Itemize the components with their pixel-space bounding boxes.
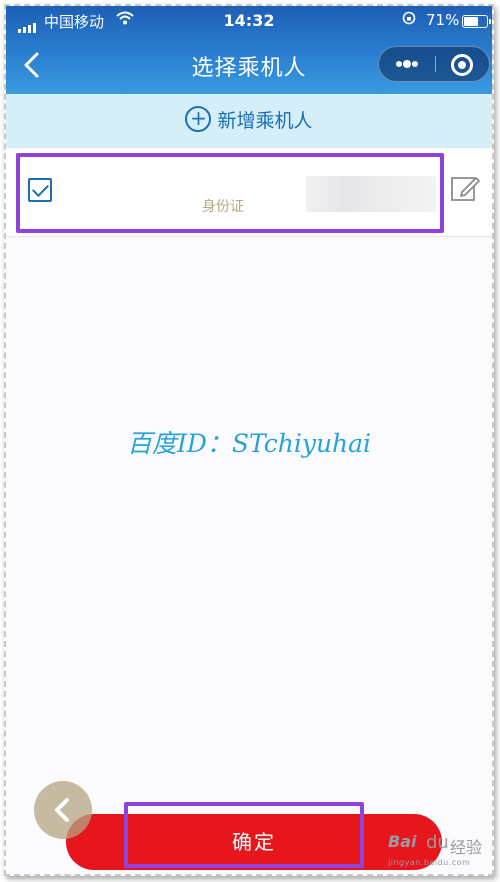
status-bar: 中国移动 14:32 71% xyxy=(6,6,492,34)
miniprogram-capsule xyxy=(378,46,490,82)
add-passenger-label: 新增乘机人 xyxy=(217,110,313,132)
float-back-button[interactable] xyxy=(34,781,92,839)
app-header: 中国移动 14:32 71% 选择乘机人 xyxy=(6,6,492,94)
add-passenger-button[interactable]: + 新增乘机人 xyxy=(6,94,492,148)
battery-icon xyxy=(462,15,491,28)
brand-mark: Bai xyxy=(388,832,417,851)
brand-text: 经验 xyxy=(450,838,483,857)
brand-paw: du xyxy=(426,832,449,853)
brand-url: jingyan.baidu.com xyxy=(388,858,471,867)
miniprogram-close-icon[interactable] xyxy=(451,54,473,76)
highlight-annotation-confirm xyxy=(124,802,364,868)
plus-circle-icon: + xyxy=(185,106,212,132)
watermark-text: 百度ID：STchiyuhai xyxy=(126,429,372,458)
baidu-jingyan-logo: Bai du 经验 jingyan.baidu.com xyxy=(388,832,492,874)
status-time: 14:32 xyxy=(223,11,275,30)
edit-icon[interactable] xyxy=(450,174,480,204)
chevron-left-icon xyxy=(55,798,69,822)
battery-nub xyxy=(489,19,491,24)
capsule-divider xyxy=(435,56,436,72)
battery-percent: 71% xyxy=(426,11,460,29)
battery-fill xyxy=(464,17,478,26)
screenshot-frame: 中国移动 14:32 71% 选择乘机人 + 新增乘机人 身份证 百度ID：ST… xyxy=(4,4,494,876)
rotation-lock-icon xyxy=(402,11,416,29)
highlight-annotation-row xyxy=(16,153,444,233)
more-dots-icon[interactable] xyxy=(379,47,435,81)
